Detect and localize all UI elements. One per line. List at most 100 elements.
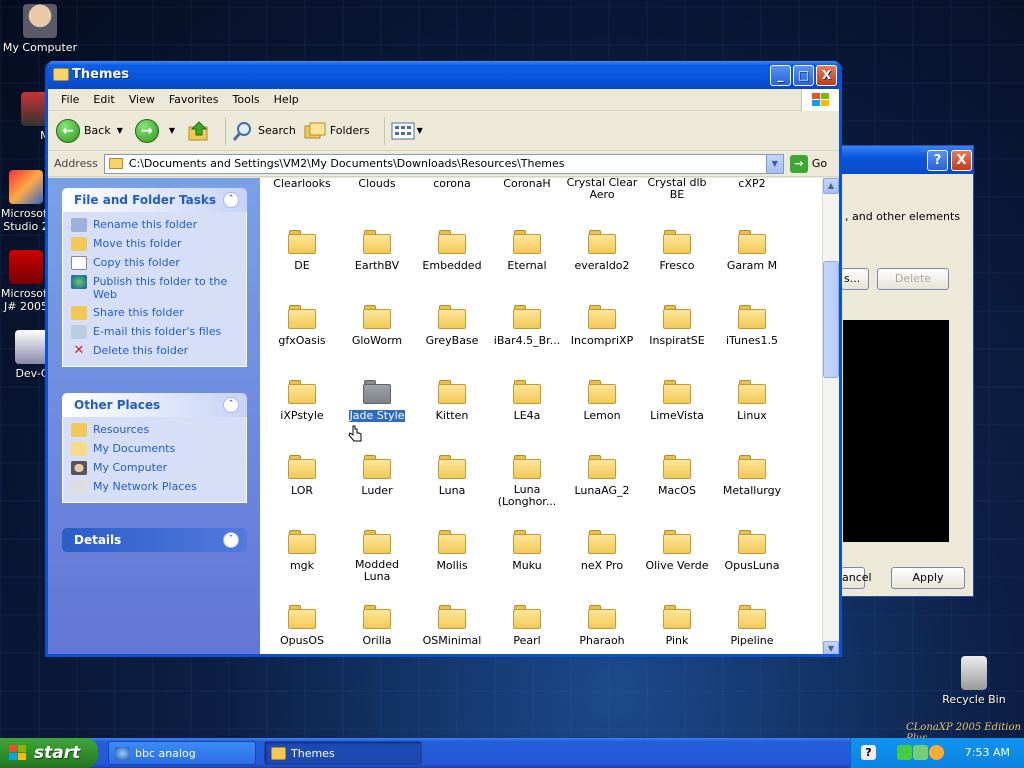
folder-item[interactable]: LunaAG_2 bbox=[565, 455, 639, 497]
task-share-folder[interactable]: Share this folder bbox=[71, 306, 238, 320]
folder-item[interactable]: Embedded bbox=[415, 230, 489, 272]
task-delete-folder[interactable]: ✕ Delete this folder bbox=[71, 344, 238, 358]
task-publish-web[interactable]: Publish this folder to the Web bbox=[71, 275, 238, 301]
details-header[interactable]: Details ˇ bbox=[62, 528, 247, 552]
collapse-icon[interactable]: ˆ bbox=[223, 397, 239, 413]
folders-button[interactable]: Folders bbox=[304, 121, 370, 141]
task-copy-folder[interactable]: Copy this folder bbox=[71, 256, 238, 270]
folder-item[interactable]: iTunes1.5 bbox=[715, 305, 789, 347]
folder-item[interactable]: Modded Luna bbox=[340, 530, 414, 583]
dialog-settings-button[interactable]: s... bbox=[841, 268, 869, 290]
expand-icon[interactable]: ˇ bbox=[223, 532, 239, 548]
folder-item[interactable]: Jade Style bbox=[340, 380, 414, 423]
taskbar-item-bbc[interactable]: bbc analog shutdown... bbox=[108, 741, 256, 765]
folder-item[interactable]: MacOS bbox=[640, 455, 714, 497]
folder-item[interactable]: Clouds bbox=[340, 178, 414, 190]
dialog-cancel-button[interactable]: ancel bbox=[841, 567, 872, 589]
folder-item[interactable]: EarthBV bbox=[340, 230, 414, 272]
maximize-button[interactable]: □ bbox=[793, 65, 814, 86]
task-move-folder[interactable]: Move this folder bbox=[71, 237, 238, 251]
folder-item[interactable]: Garam M bbox=[715, 230, 789, 272]
start-button[interactable]: start bbox=[0, 738, 98, 768]
folder-item[interactable]: Luna (Longhor... bbox=[490, 455, 564, 508]
go-button[interactable]: → Go bbox=[789, 154, 827, 173]
folder-item[interactable]: everaldo2 bbox=[565, 230, 639, 272]
folder-item[interactable]: Pipeline bbox=[715, 605, 789, 647]
window-titlebar[interactable]: Themes _ □ X bbox=[48, 61, 839, 89]
folder-item[interactable]: Fresco bbox=[640, 230, 714, 272]
folder-item[interactable]: InspiratSE bbox=[640, 305, 714, 347]
help-icon[interactable]: ? bbox=[861, 745, 876, 760]
folder-item[interactable]: Pearl bbox=[490, 605, 564, 647]
file-folder-tasks-header[interactable]: File and Folder Tasks ˆ bbox=[62, 188, 247, 212]
folder-item[interactable]: Crystal Clear Aero bbox=[565, 178, 639, 201]
place-resources[interactable]: Resources bbox=[71, 423, 238, 437]
back-button[interactable]: ← Back ▼ bbox=[56, 118, 127, 143]
folder-item[interactable]: Luna bbox=[415, 455, 489, 497]
folder-item[interactable]: LOR bbox=[265, 455, 339, 497]
folder-item[interactable]: OSMinimal bbox=[415, 605, 489, 647]
folder-item[interactable]: gfxOasis bbox=[265, 305, 339, 347]
dialog-help-button[interactable]: ? bbox=[927, 150, 948, 171]
scroll-up-icon[interactable]: ▲ bbox=[823, 178, 839, 194]
folder-item[interactable]: Metallurgy bbox=[715, 455, 789, 497]
place-network-places[interactable]: My Network Places bbox=[71, 480, 238, 494]
address-input[interactable]: C:\Documents and Settings\VM2\My Documen… bbox=[103, 153, 784, 174]
menu-edit[interactable]: Edit bbox=[86, 93, 121, 106]
views-button[interactable]: ▼ bbox=[391, 121, 427, 141]
folder-item[interactable]: Crystal dlb BE bbox=[640, 178, 714, 201]
dialog-apply-button[interactable]: Apply bbox=[891, 567, 965, 589]
folder-item[interactable]: Lemon bbox=[565, 380, 639, 422]
search-button[interactable]: Search bbox=[232, 120, 296, 142]
folder-item[interactable]: Olive Verde bbox=[640, 530, 714, 572]
safely-remove-icon[interactable] bbox=[913, 745, 928, 760]
network-icon[interactable] bbox=[897, 745, 912, 760]
collapse-icon[interactable]: ˆ bbox=[223, 192, 239, 208]
vertical-scrollbar[interactable]: ▲ ▼ bbox=[822, 178, 839, 654]
menu-file[interactable]: File bbox=[54, 93, 86, 106]
folder-item[interactable]: OpusLuna bbox=[715, 530, 789, 572]
folder-item[interactable]: Eternal bbox=[490, 230, 564, 272]
folder-item[interactable]: Muku bbox=[490, 530, 564, 572]
task-email-files[interactable]: E-mail this folder's files bbox=[71, 325, 238, 339]
folder-item[interactable]: LimeVista bbox=[640, 380, 714, 422]
desktop-icon-my-computer[interactable]: My Computer bbox=[0, 4, 80, 54]
folder-item[interactable]: GloWorm bbox=[340, 305, 414, 347]
folder-item[interactable]: mgk bbox=[265, 530, 339, 572]
forward-dropdown-icon[interactable]: ▼ bbox=[169, 126, 175, 135]
menu-tools[interactable]: Tools bbox=[226, 93, 267, 106]
folder-item[interactable]: LE4a bbox=[490, 380, 564, 422]
back-dropdown-icon[interactable]: ▼ bbox=[117, 126, 123, 135]
taskbar-item-themes[interactable]: Themes bbox=[264, 741, 422, 765]
folder-item[interactable]: Orilla bbox=[340, 605, 414, 647]
dialog-delete-button[interactable]: Delete bbox=[877, 268, 949, 290]
other-places-header[interactable]: Other Places ˆ bbox=[62, 393, 247, 417]
dialog-close-button[interactable]: X bbox=[951, 150, 972, 171]
folder-item[interactable]: Pharaoh bbox=[565, 605, 639, 647]
folder-item[interactable]: Clearlooks bbox=[265, 178, 339, 190]
folder-item[interactable]: neX Pro bbox=[565, 530, 639, 572]
folder-item[interactable]: Linux bbox=[715, 380, 789, 422]
scroll-thumb[interactable] bbox=[823, 261, 839, 378]
folder-item[interactable]: Pink bbox=[640, 605, 714, 647]
menu-view[interactable]: View bbox=[122, 93, 162, 106]
scroll-down-icon[interactable]: ▼ bbox=[823, 641, 839, 654]
search-tray-icon[interactable] bbox=[929, 745, 944, 760]
address-dropdown-icon[interactable]: ▼ bbox=[765, 154, 783, 173]
folder-item[interactable]: iXPstyle bbox=[265, 380, 339, 422]
menu-help[interactable]: Help bbox=[267, 93, 306, 106]
close-button[interactable]: X bbox=[816, 65, 837, 86]
folder-item[interactable]: iBar4.5_Br... bbox=[490, 305, 564, 347]
desktop-icon-recycle-bin[interactable]: Recycle Bin bbox=[934, 656, 1014, 706]
folder-item[interactable]: corona bbox=[415, 178, 489, 190]
folder-item[interactable]: cXP2 bbox=[715, 178, 789, 190]
folder-item[interactable]: CoronaH bbox=[490, 178, 564, 190]
up-folder-button[interactable] bbox=[187, 120, 211, 142]
folder-item[interactable]: Kitten bbox=[415, 380, 489, 422]
folder-item[interactable]: GreyBase bbox=[415, 305, 489, 347]
folder-item[interactable]: Mollis bbox=[415, 530, 489, 572]
task-rename-folder[interactable]: Rename this folder bbox=[71, 218, 238, 232]
folder-item[interactable]: DE bbox=[265, 230, 339, 272]
forward-button[interactable]: → ▼ bbox=[134, 118, 179, 143]
place-my-documents[interactable]: My Documents bbox=[71, 442, 238, 456]
